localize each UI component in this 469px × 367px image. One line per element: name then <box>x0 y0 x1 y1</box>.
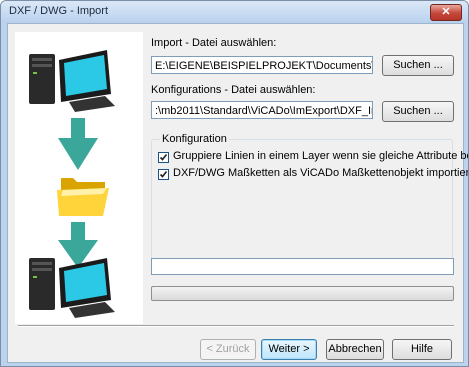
next-button[interactable]: Weiter > <box>261 339 317 360</box>
illustration-panel <box>15 32 143 324</box>
dimension-import-checkbox[interactable] <box>158 169 169 180</box>
window-title: DXF / DWG - Import <box>9 5 108 17</box>
cancel-button[interactable]: Abbrechen <box>326 339 384 360</box>
computer-icon <box>29 258 115 318</box>
computer-icon <box>29 50 115 112</box>
configuration-group: Konfiguration Gruppiere Linien in einem … <box>151 133 468 265</box>
folder-icon <box>57 178 109 216</box>
import-file-label: Import - Datei auswählen: <box>151 37 277 49</box>
wizard-illustration <box>29 50 115 318</box>
arrow-down-icon <box>58 222 98 268</box>
dialog-body: Import - Datei auswählen: E:\EIGENE\BEIS… <box>7 23 468 363</box>
group-lines-label[interactable]: Gruppiere Linien in einem Layer wenn sie… <box>173 150 468 162</box>
import-file-field[interactable]: E:\EIGENE\BEISPIELPROJEKT\Documents\Date… <box>151 56 373 74</box>
config-file-field[interactable]: :\mb2011\Standard\ViCADo\ImExport\DXF_Im… <box>151 101 373 119</box>
arrow-down-icon <box>58 118 98 170</box>
configuration-group-title: Konfiguration <box>160 133 229 145</box>
status-field <box>151 258 454 275</box>
config-search-button[interactable]: Suchen ... <box>382 101 454 122</box>
dimension-import-label[interactable]: DXF/DWG Maßketten als ViCADo Maßkettenob… <box>173 167 468 179</box>
close-button[interactable]: ✕ <box>430 4 462 21</box>
back-button[interactable]: < Zurück <box>200 339 256 360</box>
progress-bar <box>151 286 454 301</box>
import-dialog-window: DXF / DWG - Import ✕ Import - Datei ausw… <box>0 0 469 367</box>
config-file-label: Konfigurations - Datei auswählen: <box>151 84 316 96</box>
import-search-button[interactable]: Suchen ... <box>382 55 454 76</box>
help-button[interactable]: Hilfe <box>392 339 452 360</box>
group-lines-checkbox[interactable] <box>158 152 169 163</box>
button-separator <box>18 325 454 327</box>
close-icon: ✕ <box>441 6 451 18</box>
title-bar[interactable]: DXF / DWG - Import ✕ <box>1 1 468 23</box>
